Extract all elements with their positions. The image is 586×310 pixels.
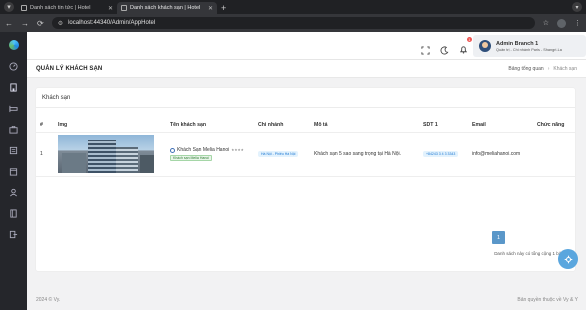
column-header-name: Tên khách sạn xyxy=(166,118,254,133)
phone-badge: +84243 3 4 3 3343 xyxy=(423,151,459,157)
globe-icon xyxy=(170,147,175,153)
site-info-icon[interactable]: ⚙ xyxy=(58,20,63,27)
top-header: 1 Admin Branch 1 Quản trị - Chi nhánh Pa… xyxy=(27,32,586,60)
browser-toolbar: ← → ⟳ ⚙ localhost:44340/Admin/AppHotel ☆… xyxy=(0,14,586,32)
sidebar-item-news[interactable] xyxy=(9,145,19,155)
book-icon xyxy=(10,208,17,218)
hotel-thumbnail[interactable] xyxy=(58,135,154,173)
notification-bell[interactable]: 1 xyxy=(459,37,472,59)
card-title: Khách sạn xyxy=(36,88,575,108)
logout-icon xyxy=(9,230,18,238)
sidebar xyxy=(0,32,27,310)
sidebar-item-services[interactable] xyxy=(9,124,19,134)
dark-mode-moon-icon[interactable] xyxy=(440,45,449,55)
notification-count-badge: 1 xyxy=(466,37,472,42)
table-row: 1 Khách Sạn Melia Hanoi ★★★★ Khách sạn M… xyxy=(36,132,575,177)
page-icon xyxy=(121,5,127,11)
url-text: localhost:44340/Admin/AppHotel xyxy=(68,20,156,26)
gear-icon xyxy=(564,255,572,263)
footer-rights: Bản quyền thuộc về Vy & Y xyxy=(517,297,578,303)
browser-tab-bar: ▾ Danh sách tin tức | Hotel ✕ Danh sách … xyxy=(0,0,586,14)
footer-copyright: 2024 © Vy. xyxy=(36,297,61,303)
column-header-actions: Chức năng xyxy=(533,118,575,133)
calendar-icon xyxy=(9,167,18,176)
hotels-card: Khách sạn # Img Tên khách sạn Chi nhánh … xyxy=(36,88,575,271)
fullscreen-icon[interactable] xyxy=(421,45,430,55)
browser-tab-hotels[interactable]: Danh sách khách sạn | Hotel ✕ xyxy=(117,2,217,14)
tab-title: Danh sách tin tức | Hotel xyxy=(30,5,91,11)
browser-tab-news[interactable]: Danh sách tin tức | Hotel ✕ xyxy=(17,2,117,14)
tab-title: Danh sách khách sạn | Hotel xyxy=(130,5,201,11)
row-name-cell: Khách Sạn Melia Hanoi ★★★★ Khách sạn Mel… xyxy=(166,132,254,177)
sidebar-item-bookings[interactable] xyxy=(9,166,19,176)
branch-badge: Hà Nội - Phiêu Hà Nội xyxy=(258,151,299,157)
row-email: info@meliahanoi.com xyxy=(468,132,533,177)
pagination-page-button[interactable]: 1 xyxy=(492,231,505,244)
hotel-name-link[interactable]: Khách Sạn Melia Hanoi xyxy=(177,147,229,153)
table-header-row: # Img Tên khách sạn Chi nhánh Mô tả SDT … xyxy=(36,118,575,133)
breadcrumb: Bảng tổng quan › Khách sạn xyxy=(508,66,577,72)
tab-search-button[interactable]: ▾ xyxy=(4,2,14,12)
sidebar-item-settings[interactable] xyxy=(9,208,19,218)
sidebar-item-hotels[interactable] xyxy=(9,82,19,92)
column-header-phone: SDT 1 xyxy=(419,118,468,133)
column-header-branch: Chi nhánh xyxy=(254,118,310,133)
breadcrumb-home-link[interactable]: Bảng tổng quan xyxy=(508,66,543,72)
sidebar-item-rooms[interactable] xyxy=(9,103,19,113)
user-name: Admin Branch 1 xyxy=(496,40,539,47)
page-title-bar: QUẢN LÝ KHÁCH SẠN Bảng tổng quan › Khách… xyxy=(27,60,586,78)
column-header-img: Img xyxy=(54,118,166,133)
row-branch-cell: Hà Nội - Phiêu Hà Nội xyxy=(254,132,310,177)
column-header-index: # xyxy=(36,118,54,133)
close-tab-icon[interactable]: ✕ xyxy=(108,5,113,12)
sidebar-item-logout[interactable] xyxy=(9,229,19,239)
page-title: QUẢN LÝ KHÁCH SẠN xyxy=(36,66,103,72)
back-icon[interactable]: ← xyxy=(5,19,13,28)
address-bar[interactable]: ⚙ localhost:44340/Admin/AppHotel xyxy=(51,17,535,29)
profile-icon[interactable] xyxy=(557,18,566,28)
window-menu-icon[interactable]: ▾ xyxy=(572,2,582,12)
column-header-email: Email xyxy=(468,118,533,133)
hotel-name-tag: Khách sạn Melia Hanoi xyxy=(170,155,212,161)
bell-icon xyxy=(459,46,468,54)
page-icon xyxy=(21,5,27,11)
bookmark-star-icon[interactable]: ☆ xyxy=(543,19,549,27)
sidebar-item-dashboard[interactable] xyxy=(9,61,19,71)
bed-icon xyxy=(9,105,18,112)
hotels-table: # Img Tên khách sạn Chi nhánh Mô tả SDT … xyxy=(36,118,575,177)
settings-fab-button[interactable] xyxy=(558,249,578,269)
app-logo-icon[interactable] xyxy=(8,40,19,50)
close-tab-icon[interactable]: ✕ xyxy=(208,5,213,12)
breadcrumb-current: Khách sạn xyxy=(553,66,577,72)
newspaper-icon xyxy=(9,146,18,154)
gauge-icon xyxy=(9,61,18,71)
forward-icon[interactable]: → xyxy=(21,19,29,28)
column-header-description: Mô tả xyxy=(310,118,419,133)
user-role: Quản trị - Chi nhánh Paris - Shangri-La xyxy=(496,47,562,52)
reload-icon[interactable]: ⟳ xyxy=(37,19,44,28)
user-profile-card[interactable]: Admin Branch 1 Quản trị - Chi nhánh Pari… xyxy=(473,35,586,57)
row-index: 1 xyxy=(36,132,54,177)
avatar xyxy=(479,40,491,52)
row-description: Khách sạn 5 sao sang trọng tại Hà Nội. xyxy=(310,132,419,177)
new-tab-button[interactable]: + xyxy=(221,3,226,13)
breadcrumb-separator: › xyxy=(547,66,550,72)
users-icon xyxy=(10,188,17,196)
row-image-cell xyxy=(54,132,166,177)
sidebar-item-customers[interactable] xyxy=(9,187,19,197)
briefcase-icon xyxy=(9,125,18,134)
main-content: 1 Admin Branch 1 Quản trị - Chi nhánh Pa… xyxy=(27,32,586,310)
row-actions xyxy=(533,132,575,177)
building-icon xyxy=(10,82,17,92)
star-rating: ★★★★ xyxy=(231,148,244,152)
row-phone-cell: +84243 3 4 3 3343 xyxy=(419,132,468,177)
browser-menu-icon[interactable]: ⋮ xyxy=(574,19,581,27)
